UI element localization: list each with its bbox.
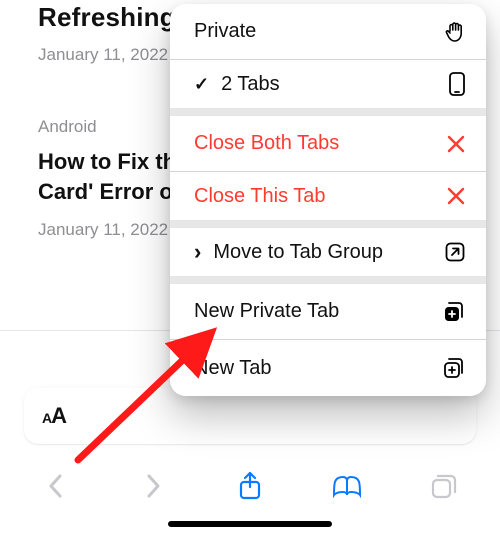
menu-private[interactable]: Private bbox=[170, 4, 486, 60]
menu-tabs-label: 2 Tabs bbox=[221, 73, 280, 96]
forward-button[interactable] bbox=[133, 472, 173, 500]
bottom-toolbar bbox=[0, 462, 500, 510]
menu-close-this[interactable]: Close This Tab bbox=[170, 172, 486, 228]
close-icon bbox=[446, 134, 466, 154]
menu-move-label: Move to Tab Group bbox=[213, 241, 383, 264]
close-icon bbox=[446, 186, 466, 206]
bookmarks-button[interactable] bbox=[327, 473, 367, 499]
chevron-right-icon: › bbox=[194, 239, 201, 265]
tabs-button[interactable] bbox=[424, 472, 464, 500]
phone-icon bbox=[448, 71, 466, 97]
address-bar[interactable]: AA bbox=[24, 388, 476, 444]
new-private-tab-icon bbox=[442, 300, 466, 324]
tab-context-menu: Private ✓ 2 Tabs Close Both Tabs bbox=[170, 4, 486, 396]
menu-new-tab[interactable]: New Tab bbox=[170, 340, 486, 396]
back-button[interactable] bbox=[36, 472, 76, 500]
home-indicator bbox=[168, 521, 332, 527]
hand-icon bbox=[444, 20, 466, 44]
check-icon: ✓ bbox=[194, 74, 209, 95]
menu-move-group[interactable]: › Move to Tab Group bbox=[170, 228, 486, 284]
menu-new-tab-label: New Tab bbox=[194, 357, 271, 380]
menu-close-this-label: Close This Tab bbox=[194, 185, 326, 208]
menu-close-both[interactable]: Close Both Tabs bbox=[170, 116, 486, 172]
menu-tabs[interactable]: ✓ 2 Tabs bbox=[170, 60, 486, 116]
text-size-icon[interactable]: AA bbox=[42, 403, 66, 429]
menu-close-both-label: Close Both Tabs bbox=[194, 132, 339, 155]
share-button[interactable] bbox=[230, 471, 270, 501]
menu-private-label: Private bbox=[194, 20, 256, 43]
menu-new-private-tab[interactable]: New Private Tab bbox=[170, 284, 486, 340]
open-external-icon bbox=[444, 241, 466, 263]
new-tab-icon bbox=[442, 356, 466, 380]
menu-new-private-label: New Private Tab bbox=[194, 300, 339, 323]
